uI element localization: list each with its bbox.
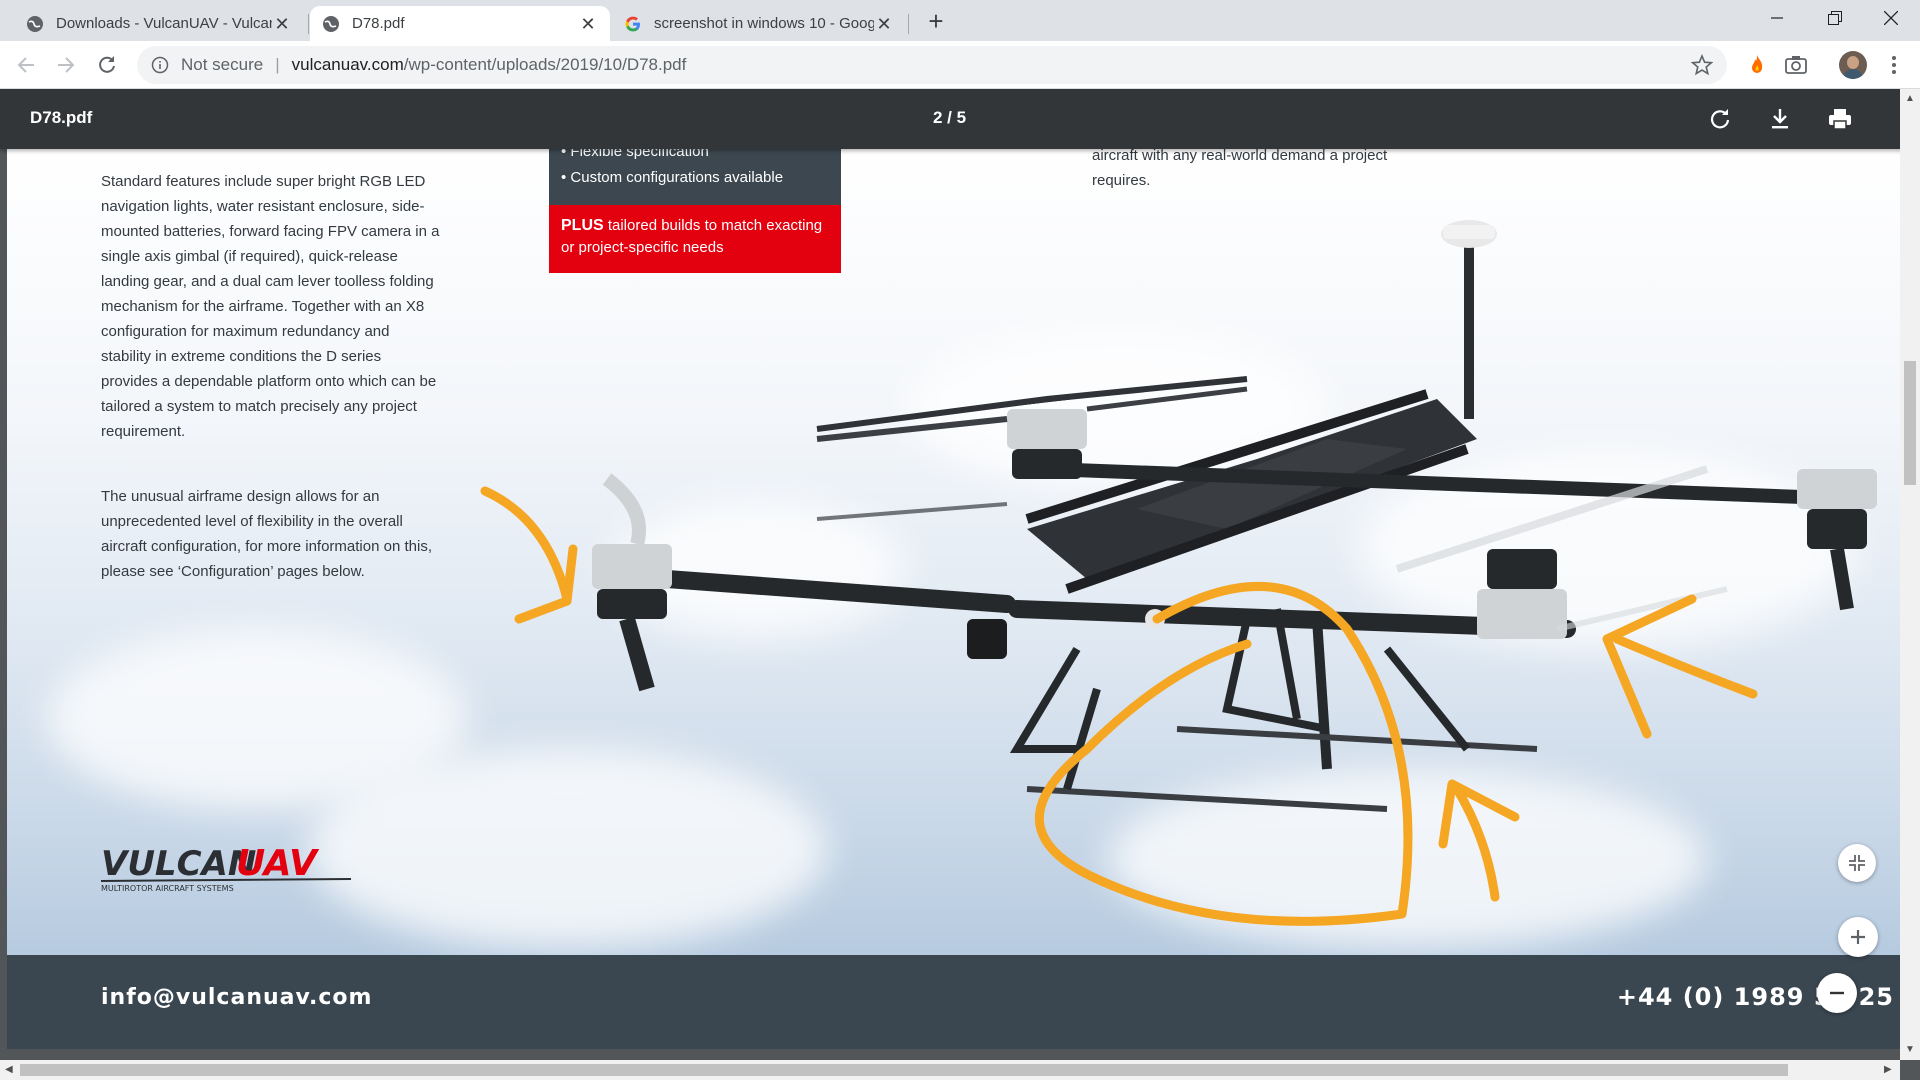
browser-menu-button[interactable]	[1878, 49, 1910, 81]
pdf-viewer: D78.pdf 2 / 5 Standard features include …	[0, 89, 1920, 1080]
fire-extension-icon[interactable]	[1745, 53, 1769, 77]
reload-icon	[99, 56, 115, 73]
horizontal-scrollbar[interactable]: ◀ ▶	[0, 1060, 1900, 1080]
url-path: /wp-content/uploads/2019/10/D78.pdf	[403, 55, 687, 74]
close-tab-icon[interactable]: ✕	[578, 14, 598, 34]
tab-divider	[308, 14, 309, 34]
close-window-button[interactable]	[1862, 0, 1920, 36]
scroll-down-icon[interactable]: ▼	[1905, 1044, 1915, 1055]
forward-button[interactable]	[50, 49, 82, 81]
close-icon	[1884, 11, 1898, 25]
scroll-up-icon[interactable]: ▲	[1905, 93, 1915, 104]
separator: |	[275, 55, 280, 74]
globe-icon	[27, 15, 43, 32]
tab-google-search[interactable]: screenshot in windows 10 - Goog ✕	[612, 6, 906, 41]
plus-icon	[1851, 930, 1865, 944]
security-label[interactable]: Not secure	[181, 55, 263, 75]
pdf-filename: D78.pdf	[30, 108, 93, 127]
minimize-button[interactable]	[1748, 0, 1806, 36]
logo-uav: UAV	[236, 843, 320, 884]
zoom-in-button[interactable]	[1838, 917, 1878, 957]
back-button[interactable]	[10, 49, 42, 81]
page-footer: info@vulcanuav.com +44 (0) 1989 55 25	[7, 955, 1900, 1049]
annotation-circle	[1034, 581, 1413, 926]
globe-icon	[323, 15, 339, 32]
fit-page-icon	[1849, 855, 1865, 871]
tab-strip: Downloads - VulcanUAV - Vulcan ✕ D78.pdf…	[0, 0, 1920, 41]
tab-title: D78.pdf	[352, 15, 405, 32]
bookmark-star-icon[interactable]	[1691, 54, 1713, 76]
footer-email: info@vulcanuav.com	[101, 985, 373, 1010]
scrollbar-thumb[interactable]	[20, 1064, 1788, 1076]
tab-d78-pdf[interactable]: D78.pdf ✕	[310, 6, 610, 41]
arrow-left-icon	[17, 57, 34, 73]
tab-downloads[interactable]: Downloads - VulcanUAV - Vulcan ✕	[14, 6, 304, 41]
avatar[interactable]	[1839, 51, 1867, 79]
close-tab-icon[interactable]: ✕	[272, 14, 292, 34]
info-icon	[151, 56, 169, 74]
tab-divider	[908, 14, 909, 34]
close-tab-icon[interactable]: ✕	[874, 14, 894, 34]
address-bar[interactable]: Not secure | vulcanuav.com/wp-content/up…	[137, 46, 1727, 84]
scroll-left-icon[interactable]: ◀	[5, 1064, 13, 1075]
tab-title: Downloads - VulcanUAV - Vulcan	[56, 15, 272, 32]
restore-icon	[1828, 11, 1842, 25]
logo-vulcan: VULCAN	[101, 844, 256, 884]
page-indicator[interactable]: 2 / 5	[933, 108, 966, 128]
tab-title: screenshot in windows 10 - Goog	[654, 15, 874, 32]
google-icon	[625, 16, 640, 31]
annotation-arrowhead	[514, 544, 578, 624]
arrow-right-icon	[58, 57, 75, 73]
vertical-scrollbar[interactable]: ▲ ▼	[1900, 89, 1920, 1060]
scroll-right-icon[interactable]: ▶	[1884, 1064, 1892, 1075]
url-host: vulcanuav.com	[291, 55, 404, 74]
kebab-menu-icon	[1892, 56, 1896, 74]
fit-to-page-button[interactable]	[1838, 844, 1876, 882]
minus-icon	[1830, 991, 1844, 995]
annotation-overlay	[480, 486, 1758, 926]
scrollbar-thumb[interactable]	[1904, 361, 1916, 485]
browser-toolbar: Not secure | vulcanuav.com/wp-content/up…	[0, 41, 1920, 89]
annotation-arrow	[480, 486, 572, 604]
new-tab-button[interactable]: +	[922, 8, 950, 36]
logo-tagline: MULTIROTOR AIRCRAFT SYSTEMS	[101, 884, 234, 893]
minimize-icon	[1771, 17, 1783, 19]
camera-extension-icon[interactable]	[1784, 53, 1808, 77]
reload-button[interactable]	[91, 49, 123, 81]
logo-mark: VULCAN UAV MULTIROTOR AIRCRAFT SYSTEMS	[100, 843, 352, 893]
zoom-out-button[interactable]	[1817, 973, 1857, 1013]
download-icon[interactable]	[1766, 105, 1794, 133]
annotation-arrow	[1612, 634, 1758, 699]
rotate-icon[interactable]	[1706, 105, 1734, 133]
vulcanuav-logo: VULCAN UAV MULTIROTOR AIRCRAFT SYSTEMS	[100, 839, 361, 899]
restore-button[interactable]	[1806, 0, 1864, 36]
print-icon[interactable]	[1826, 105, 1854, 133]
pdf-toolbar: D78.pdf 2 / 5	[0, 89, 1920, 149]
pdf-page: Standard features include super bright R…	[7, 149, 1900, 1049]
